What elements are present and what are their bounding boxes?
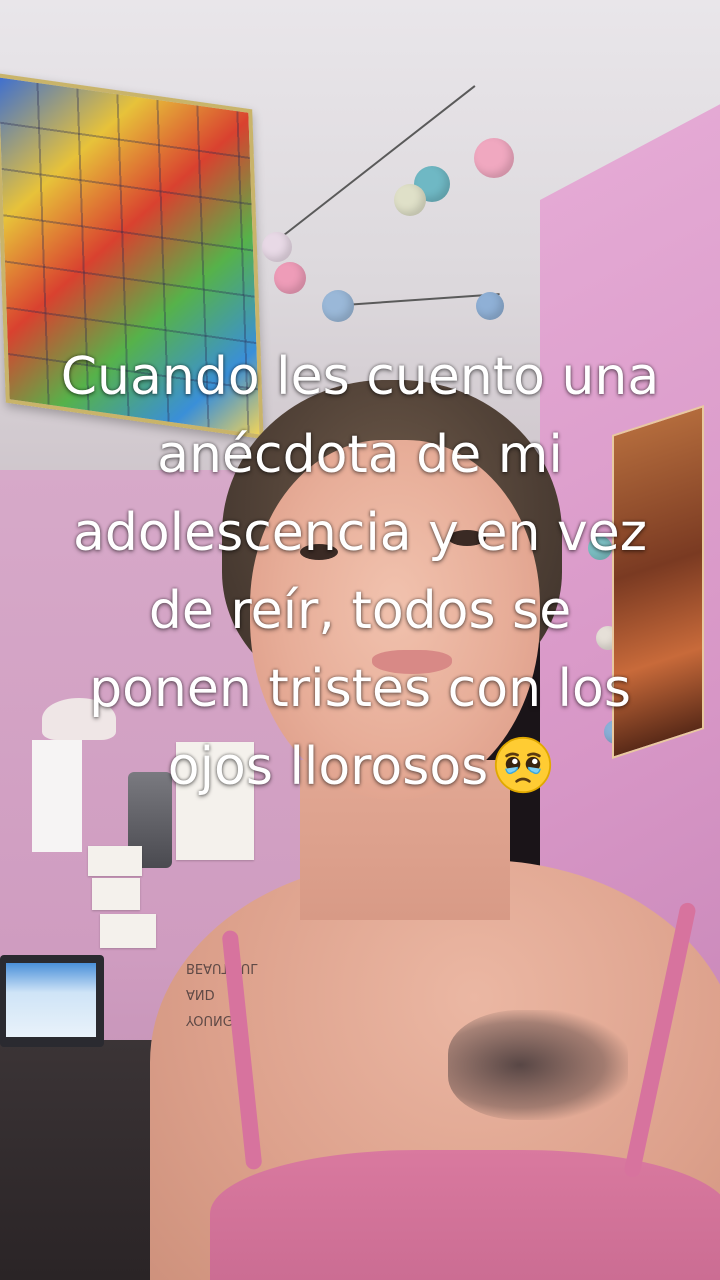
light-ball bbox=[274, 262, 306, 294]
wall-note bbox=[88, 846, 142, 876]
wall-note bbox=[92, 878, 140, 910]
light-ball bbox=[322, 290, 354, 322]
video-caption: Cuando les cuento una anécdota de mi ado… bbox=[60, 338, 660, 806]
light-ball bbox=[476, 292, 504, 320]
laptop bbox=[0, 955, 104, 1047]
video-frame[interactable]: YOUNG AND BEAUTIFUL Cuando les cuento un… bbox=[0, 0, 720, 1280]
light-ball bbox=[262, 232, 292, 262]
laptop-screen bbox=[6, 963, 96, 1037]
dragon-tattoo bbox=[448, 1010, 628, 1120]
desk bbox=[0, 1040, 170, 1280]
light-ball bbox=[394, 184, 426, 216]
light-ball bbox=[474, 138, 514, 178]
pleading-face-with-tears-icon bbox=[495, 736, 552, 794]
caption-text: Cuando les cuento una anécdota de mi ado… bbox=[60, 347, 660, 797]
wall-note bbox=[100, 914, 156, 948]
pink-top bbox=[210, 1150, 720, 1280]
